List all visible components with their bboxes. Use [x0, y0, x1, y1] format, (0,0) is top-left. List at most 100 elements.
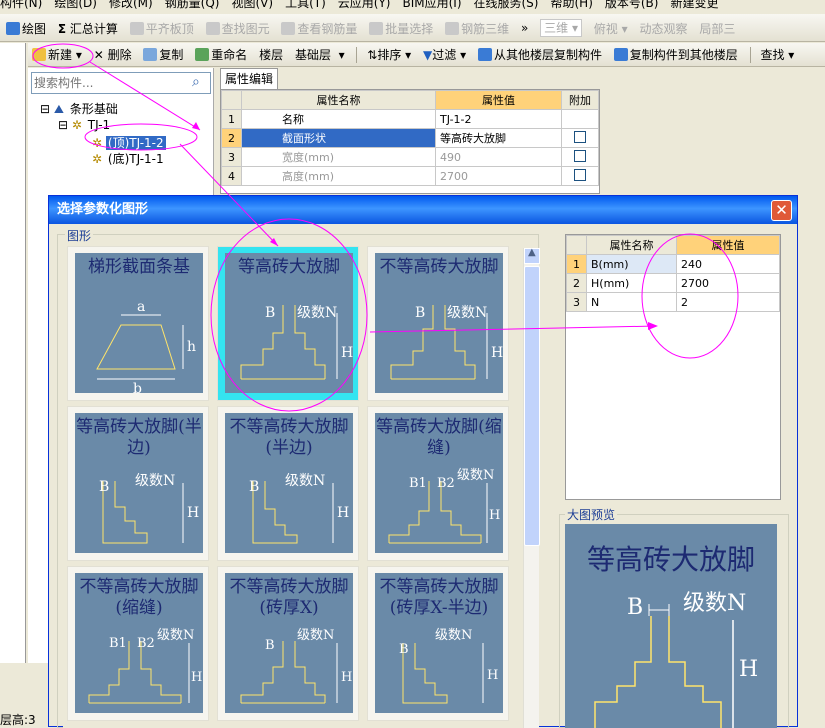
- sort-button[interactable]: ⇅排序 ▾: [367, 46, 411, 63]
- menu-item[interactable]: 修改(M): [109, 0, 153, 11]
- foundation-icon: ⛰: [53, 102, 64, 116]
- search-input[interactable]: [34, 75, 184, 91]
- shape-tile[interactable]: 不等高砖大放脚(缩缝) B1 B2 级数N H: [67, 566, 209, 721]
- scroll-up-button[interactable]: ▲: [524, 247, 540, 264]
- sigma-icon: Σ: [57, 21, 67, 36]
- table-row[interactable]: 2 截面形状 等高砖大放脚: [221, 128, 599, 148]
- stepped-footing-drawing: B 级数N H: [240, 305, 353, 380]
- local-3d-button[interactable]: 局部三: [699, 20, 735, 37]
- shape-tile[interactable]: 不等高砖大放脚(砖厚X-半边) B 级数N H: [367, 566, 509, 721]
- tab-property-edit[interactable]: 属性编辑: [220, 68, 278, 89]
- tree-item-bottom[interactable]: ✲ (底)TJ-1-1: [92, 150, 166, 167]
- top-view-button[interactable]: 俯视 ▾: [594, 20, 628, 37]
- shape-tile-selected[interactable]: 等高砖大放脚 B 级数N H: [217, 246, 359, 401]
- svg-text:B: B: [399, 642, 409, 657]
- sort-icon: ⇅: [367, 48, 378, 62]
- menu-bar: 构件(N) 绘图(D) 修改(M) 钢筋量(Q) 视图(V) 工具(T) 云应用(Y) BIM…: [0, 0, 825, 14]
- svg-text:级数N: 级数N: [457, 468, 494, 483]
- copy-button[interactable]: 复制: [143, 46, 183, 63]
- menu-item[interactable]: 视图(V): [231, 0, 273, 11]
- scroll-thumb[interactable]: [524, 266, 540, 546]
- menu-item[interactable]: 版本号(B): [605, 0, 659, 11]
- shape-tile[interactable]: 梯形截面条基 a b h: [67, 246, 209, 401]
- tree-item-top[interactable]: ✲ (顶)TJ-1-2: [92, 134, 166, 151]
- brick-thickness-half-image: 不等高砖大放脚(砖厚X-半边) B 级数N H: [375, 573, 503, 713]
- rebar-3d-button[interactable]: 钢筋三维: [445, 20, 509, 37]
- sum-calc-button[interactable]: Σ 汇总计算: [58, 20, 118, 37]
- joint-footing-drawing: B1 B2 级数N H: [388, 468, 500, 544]
- menu-item[interactable]: 工具(T): [285, 0, 326, 11]
- svg-text:H: H: [491, 345, 503, 361]
- new-button[interactable]: 新建 ▾: [32, 46, 82, 63]
- table-row[interactable]: 3 宽度(mm) 490: [221, 147, 599, 167]
- more-chevron[interactable]: »: [521, 21, 528, 35]
- batch-select-button[interactable]: 批量选择: [369, 20, 433, 37]
- half-footing-drawing: B 级数N H: [99, 473, 199, 544]
- menu-item[interactable]: 钢筋量(Q): [165, 0, 220, 11]
- attach-checkbox[interactable]: [574, 149, 586, 162]
- floor-combo[interactable]: 基础层 ▾: [295, 46, 345, 63]
- trapezoid-image: 梯形截面条基 a b h: [75, 253, 203, 393]
- column-header-value: 属性值: [435, 90, 562, 110]
- svg-text:b: b: [133, 381, 142, 393]
- find-icon: [205, 21, 220, 35]
- view-rebar-button[interactable]: 查看钢筋量: [281, 20, 357, 37]
- unequal-half-image: 不等高砖大放脚(半边) B 级数N H: [225, 413, 353, 553]
- table-row[interactable]: 1 B(mm) 240: [566, 254, 780, 274]
- svg-text:级数N: 级数N: [297, 305, 337, 321]
- svg-text:H: H: [187, 505, 199, 521]
- search-icon[interactable]: ⌕: [192, 74, 200, 90]
- svg-text:B: B: [99, 479, 109, 495]
- filter-button[interactable]: ▼过滤 ▾: [423, 46, 466, 63]
- attach-checkbox[interactable]: [574, 130, 586, 143]
- menu-item[interactable]: 新建变更: [670, 0, 718, 11]
- table-row[interactable]: 2 H(mm) 2700: [566, 273, 780, 293]
- status-bar: 层高:3: [0, 713, 48, 727]
- table-row[interactable]: 3 N 2: [566, 292, 780, 312]
- table-row[interactable]: 1 名称 TJ-1-2: [221, 109, 599, 129]
- copy-to-floor-button[interactable]: 复制构件到其他楼层: [613, 46, 738, 63]
- delete-icon: ✕: [93, 48, 104, 62]
- shape-tile[interactable]: 不等高砖大放脚(砖厚X) B 级数N H: [217, 566, 359, 721]
- flat-board-button[interactable]: 平齐板顶: [129, 20, 194, 37]
- dynamic-view-button[interactable]: 动态观察: [639, 20, 687, 37]
- find-button[interactable]: 查找 ▾: [760, 46, 794, 63]
- shape-tile[interactable]: 不等高砖大放脚(半边) B 级数N H: [217, 406, 359, 561]
- view-mode-combo[interactable]: 三维 ▾: [540, 19, 582, 37]
- shape-tile[interactable]: 不等高砖大放脚 B 级数N H: [367, 246, 509, 401]
- menu-item[interactable]: 在线服务(S): [474, 0, 539, 11]
- collapse-icon[interactable]: ⊟: [40, 102, 50, 116]
- shape-tile[interactable]: 等高砖大放脚(缩缝) B1 B2 级数N H: [367, 406, 509, 561]
- attach-checkbox[interactable]: [574, 168, 586, 181]
- rename-button[interactable]: 重命名: [195, 46, 247, 63]
- tree-node-tj1[interactable]: ⊟ ✲ TJ-1: [58, 118, 112, 132]
- draw-button[interactable]: 绘图: [6, 20, 46, 37]
- table-row[interactable]: 4 高度(mm) 2700: [221, 166, 599, 186]
- column-header-extra: 附加: [561, 90, 599, 110]
- menu-item[interactable]: 云应用(Y): [338, 0, 391, 11]
- close-button[interactable]: ✕: [771, 200, 792, 221]
- brick-thickness-half-drawing: B 级数N H: [399, 628, 498, 704]
- rebar-icon: [281, 21, 296, 35]
- collapse-icon[interactable]: ⊟: [58, 118, 68, 132]
- shape-tile[interactable]: 等高砖大放脚(半边) B 级数N H: [67, 406, 209, 561]
- menu-item[interactable]: 构件(N): [0, 0, 42, 11]
- menu-item[interactable]: 绘图(D): [54, 0, 97, 11]
- tree-root[interactable]: ⊟ ⛰ 条形基础: [40, 100, 120, 117]
- copy-from-icon: [477, 48, 492, 61]
- divider: [356, 46, 358, 63]
- svg-text:H: H: [341, 670, 352, 685]
- menu-item[interactable]: 帮助(H): [550, 0, 592, 11]
- select-shape-dialog: 选择参数化图形 ✕ 图形 梯形截面条基 a b h 等高砖大放脚 B 级数N H…: [48, 195, 798, 728]
- copy-from-floor-button[interactable]: 从其他楼层复制构件: [477, 46, 602, 63]
- left-panel-strip: [0, 43, 26, 663]
- vertical-scrollbar[interactable]: ▲: [523, 247, 540, 728]
- svg-text:B: B: [265, 638, 275, 653]
- menu-item[interactable]: BIM应用(I): [402, 0, 461, 11]
- large-preview-image: 等高砖大放脚 B 级数N H: [565, 524, 777, 728]
- group-label: 图形: [65, 227, 94, 244]
- find-element-button[interactable]: 查找图元: [205, 20, 270, 37]
- delete-button[interactable]: ✕ 删除: [94, 46, 132, 63]
- svg-text:B: B: [265, 305, 275, 321]
- column-header-value: 属性值: [676, 235, 780, 255]
